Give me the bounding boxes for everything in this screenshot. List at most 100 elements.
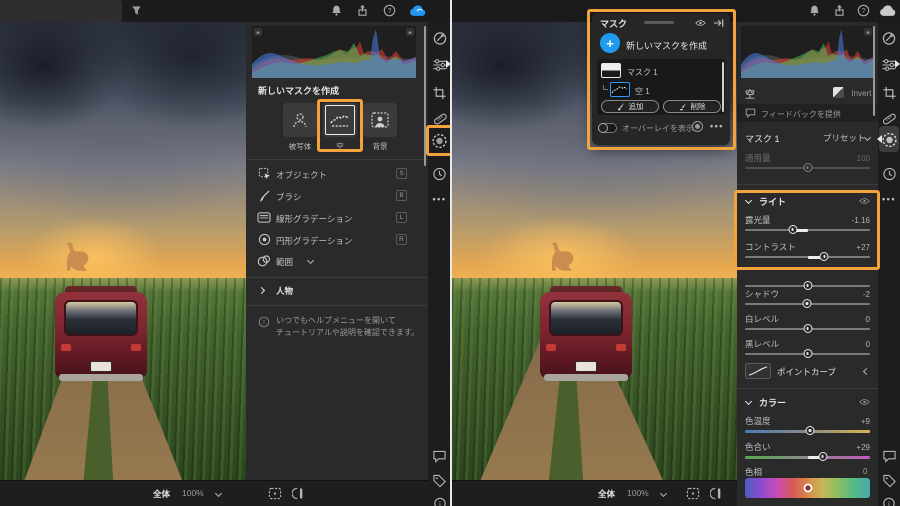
keywords-tag-icon[interactable] xyxy=(881,472,898,489)
range-chevron-down-icon[interactable] xyxy=(306,256,315,265)
before-after-split-icon[interactable] xyxy=(709,487,724,505)
color-visibility-eye-icon[interactable] xyxy=(859,398,870,406)
range-tool-label[interactable]: 範囲 xyxy=(276,256,293,268)
versions-clock-icon[interactable] xyxy=(881,165,898,182)
crop-icon[interactable] xyxy=(881,84,898,101)
search-field[interactable] xyxy=(0,0,122,22)
overlay-toggle[interactable] xyxy=(598,123,617,133)
preset-dropdown-label[interactable]: プリセット xyxy=(823,132,866,144)
edit-icon[interactable] xyxy=(431,30,448,47)
mask1-label[interactable]: マスク 1 xyxy=(627,67,658,78)
zoom-chevron-down-icon[interactable] xyxy=(659,489,668,498)
blacks-slider-row[interactable]: 黒レベル 0 xyxy=(745,338,870,358)
masking-icon[interactable] xyxy=(881,131,898,148)
panel-scrollbar[interactable] xyxy=(873,26,875,116)
notifications-bell-icon[interactable] xyxy=(808,4,821,22)
highlights-slider-knob[interactable] xyxy=(803,281,812,290)
hue-slider-track[interactable] xyxy=(745,478,870,498)
color-section-title[interactable]: カラー xyxy=(759,396,786,409)
zoom-value[interactable]: 100% xyxy=(627,488,649,498)
temperature-slider-row[interactable]: 色温度 +9 xyxy=(745,415,870,435)
blacks-slider-track[interactable] xyxy=(745,349,870,358)
notifications-bell-icon[interactable] xyxy=(330,4,343,22)
amount-slider-row[interactable]: 適用量 100 xyxy=(745,152,870,172)
tint-slider-knob[interactable] xyxy=(818,452,827,461)
invert-button[interactable]: Invert xyxy=(833,85,871,103)
before-after-split-icon[interactable] xyxy=(291,487,306,505)
info-icon[interactable]: i xyxy=(881,495,898,506)
edit-icon[interactable] xyxy=(881,30,898,47)
contrast-slider-track[interactable] xyxy=(745,252,870,261)
object-tool-label[interactable]: オブジェクト xyxy=(276,169,327,181)
amount-slider-knob[interactable] xyxy=(803,163,812,172)
whites-slider-row[interactable]: 白レベル 0 xyxy=(745,313,870,333)
healing-brush-icon[interactable] xyxy=(881,110,898,127)
radial-gradient-tool-label[interactable]: 円形グラデーション xyxy=(276,235,352,247)
popup-dock-icon[interactable] xyxy=(713,18,724,28)
mask-type-background-button[interactable] xyxy=(363,103,397,137)
create-mask-plus-button[interactable]: + xyxy=(600,33,620,53)
highlights-slider-row[interactable] xyxy=(745,270,870,290)
popup-eye-icon[interactable] xyxy=(695,19,706,27)
cloud-sync-icon[interactable] xyxy=(409,4,427,22)
mask-type-sky-button[interactable] xyxy=(323,103,357,137)
subtract-from-mask-button[interactable]: 削除 xyxy=(663,100,721,113)
mask-type-subject-button[interactable] xyxy=(283,103,317,137)
share-icon[interactable] xyxy=(356,4,369,22)
comments-icon[interactable] xyxy=(431,448,448,465)
panel-scrollbar[interactable] xyxy=(424,26,426,166)
overlay-grid-icon[interactable] xyxy=(268,487,282,505)
popup-more-icon[interactable]: ••• xyxy=(710,121,724,131)
add-to-mask-button[interactable]: 追加 xyxy=(601,100,659,113)
whites-slider-knob[interactable] xyxy=(803,324,812,333)
blacks-slider-knob[interactable] xyxy=(803,349,812,358)
temperature-slider-knob[interactable] xyxy=(805,426,815,435)
cloud-icon[interactable] xyxy=(879,4,897,22)
overlay-mode-circle-icon[interactable] xyxy=(692,121,703,132)
exposure-slider-row[interactable]: 露光量 -1.16 xyxy=(745,214,870,234)
keywords-tag-icon[interactable] xyxy=(431,472,448,489)
shadows-slider-knob[interactable] xyxy=(802,299,812,308)
zoom-scope-label[interactable]: 全体 xyxy=(153,488,170,500)
histogram-expand-left-icon[interactable] xyxy=(254,28,262,36)
tint-slider-row[interactable]: 色合い +29 xyxy=(745,441,870,461)
shadows-slider-row[interactable]: シャドウ -2 xyxy=(745,288,870,308)
popup-drag-handle[interactable] xyxy=(644,21,674,24)
crop-icon[interactable] xyxy=(431,84,448,101)
whites-slider-track[interactable] xyxy=(745,324,870,333)
healing-brush-icon[interactable] xyxy=(431,110,448,127)
light-section-title[interactable]: ライト xyxy=(759,195,786,208)
feedback-banner[interactable]: フィードバックを提供 xyxy=(737,104,878,122)
histogram-expand-icon[interactable] xyxy=(864,28,872,36)
contrast-slider-row[interactable]: コントラスト +27 xyxy=(745,241,870,261)
info-icon[interactable]: i xyxy=(431,495,448,506)
color-section-chevron-icon[interactable] xyxy=(744,397,753,406)
point-curve-button[interactable]: ポイントカーブ xyxy=(745,363,871,381)
exposure-slider-track[interactable] xyxy=(745,225,870,234)
help-icon[interactable]: ? xyxy=(857,4,870,22)
highlights-slider-track[interactable] xyxy=(745,281,870,290)
zoom-value[interactable]: 100% xyxy=(182,488,204,498)
temperature-slider-track[interactable] xyxy=(745,426,870,435)
hue-slider-knob[interactable] xyxy=(803,483,812,493)
versions-clock-icon[interactable] xyxy=(431,165,448,182)
contrast-slider-knob[interactable] xyxy=(819,252,829,261)
brush-tool-label[interactable]: ブラシ xyxy=(276,191,301,203)
share-icon[interactable] xyxy=(833,4,846,22)
amount-slider-track[interactable] xyxy=(745,163,870,172)
more-options-icon[interactable]: ••• xyxy=(881,190,898,207)
more-options-icon[interactable]: ••• xyxy=(431,190,448,207)
mask2-thumbnail-selected[interactable] xyxy=(610,82,630,97)
exposure-slider-knob[interactable] xyxy=(788,225,797,234)
mask1-thumbnail[interactable] xyxy=(601,63,621,78)
light-section-chevron-icon[interactable] xyxy=(744,196,753,205)
filter-icon[interactable] xyxy=(130,4,143,22)
zoom-chevron-down-icon[interactable] xyxy=(214,489,223,498)
mask2-label[interactable]: 空 1 xyxy=(635,86,650,97)
light-visibility-eye-icon[interactable] xyxy=(859,197,870,205)
masking-icon[interactable] xyxy=(431,132,448,149)
create-mask-label[interactable]: 新しいマスクを作成 xyxy=(626,39,707,52)
mask-list-scrollbar[interactable] xyxy=(722,62,724,112)
shadows-slider-track[interactable] xyxy=(745,299,870,308)
people-chevron-right-icon[interactable] xyxy=(257,286,266,295)
